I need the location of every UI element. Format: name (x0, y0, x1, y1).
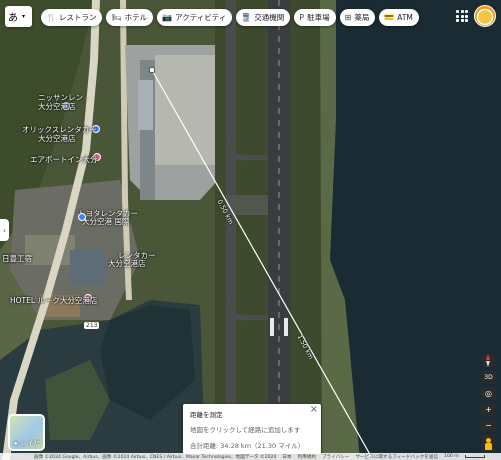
chevron-down-icon: ▾ (22, 13, 26, 20)
apps-grid-icon[interactable] (456, 10, 468, 22)
map-imagery (0, 0, 501, 460)
atm-icon: 💳 (384, 13, 395, 22)
rental-car-pin[interactable] (78, 213, 86, 221)
scale-label[interactable]: 100 m (444, 454, 459, 459)
feedback-link[interactable]: サービスに関するフィードバックを送信 (355, 454, 438, 460)
chip-label: レストラン (58, 13, 97, 22)
zoom-in-button[interactable]: + (481, 403, 496, 416)
measure-hint: 地図をクリックして経路に追加します (190, 426, 301, 434)
chip-camera[interactable]: 📷 アクティビティ (157, 9, 233, 26)
chip-label: 駐車場 (307, 13, 330, 22)
train-icon: 🚆 (241, 13, 252, 22)
close-icon[interactable]: × (310, 404, 318, 415)
chip-fork-knife[interactable]: 🍴 レストラン (41, 9, 103, 26)
zoom-out-button[interactable]: − (481, 419, 496, 432)
pharmacy-icon: ⊞ (344, 13, 352, 22)
chip-atm[interactable]: 💳 ATM (379, 9, 419, 26)
satellite-map[interactable]: ニッサンレン 大分空港店 オリックスレンタカー 大分空港店 エアポートイン大分 … (0, 0, 501, 460)
street-view-pegman-icon[interactable] (481, 435, 496, 452)
label-nissan-sub: 大分空港店 (38, 102, 76, 111)
chip-label: アクティビティ (175, 13, 227, 22)
chip-train[interactable]: 🚆 交通機関 (236, 9, 291, 26)
my-location-icon[interactable]: ◎ (481, 387, 496, 400)
account-avatar[interactable] (474, 5, 496, 27)
chip-label: ATM (397, 13, 413, 22)
bed-icon: 🛏 (111, 13, 122, 22)
layers-icon: ◈ (13, 439, 19, 447)
map-controls: 3D ◎ + − (481, 353, 496, 452)
route-badge: 213 (84, 322, 100, 329)
layers-button[interactable]: ◈ レイヤ (8, 414, 45, 451)
chip-label: 薬局 (354, 13, 370, 22)
measure-total: 合計距離: 34.28 km（21.30 マイル） (190, 442, 305, 450)
category-chips: 🍴 レストラン 🛏 ホテル 📷 アクティビティ 🚆 交通機関 P 駐車場 ⊞ 薬局 💳 ATM (41, 9, 419, 26)
lang-label: あ (8, 13, 18, 24)
chevron-left-icon: ‹ (2, 225, 7, 235)
input-language-button[interactable]: あ ▾ (5, 6, 32, 27)
measure-distance-card: × 距離を測定 地図をクリックして経路に追加します 合計距離: 34.28 km… (183, 404, 321, 454)
terms-link[interactable]: 利用規約 (298, 454, 316, 460)
chip-label: ホテル (124, 13, 148, 22)
label-toyota-sub: 大分空港 国際 (82, 217, 130, 226)
chip-label: 交通機関 (254, 13, 285, 22)
tilt-3d-button[interactable]: 3D (481, 371, 496, 384)
label-hotel-big[interactable]: HOTEL ルーク大分空港店 (10, 295, 97, 306)
chip-pharmacy[interactable]: ⊞ 薬局 (339, 9, 376, 26)
scale-bar (464, 455, 485, 458)
camera-icon: 📷 (162, 13, 173, 22)
chip-parking[interactable]: P 駐車場 (294, 9, 336, 26)
collapse-panel-button[interactable]: ‹ (0, 219, 9, 241)
privacy-link[interactable]: プライバシー (322, 454, 349, 460)
chip-bed[interactable]: 🛏 ホテル (106, 9, 154, 26)
measure-title: 距離を測定 (190, 411, 223, 419)
parking-icon: P (299, 13, 305, 22)
label-rentacar-small-sub: 大分空港店 (108, 259, 146, 268)
region-label[interactable]: 日本 (282, 454, 291, 460)
label-orix-sub: 大分空港店 (38, 134, 76, 143)
layers-label: レイヤ (20, 439, 40, 447)
attribution-text: 画像 ©2024 Google、Airbus、画像 ©2024 Airbus、C… (34, 454, 277, 460)
label-hotel-left[interactable]: 日豊工宿 (2, 253, 32, 264)
measure-start-point (148, 66, 156, 74)
label-airport-inn[interactable]: エアポートイン大分 (30, 154, 98, 165)
compass-icon[interactable] (481, 353, 496, 368)
fork-knife-icon: 🍴 (46, 13, 56, 22)
attribution-bar: 画像 ©2024 Google、Airbus、画像 ©2024 Airbus、C… (0, 453, 501, 460)
